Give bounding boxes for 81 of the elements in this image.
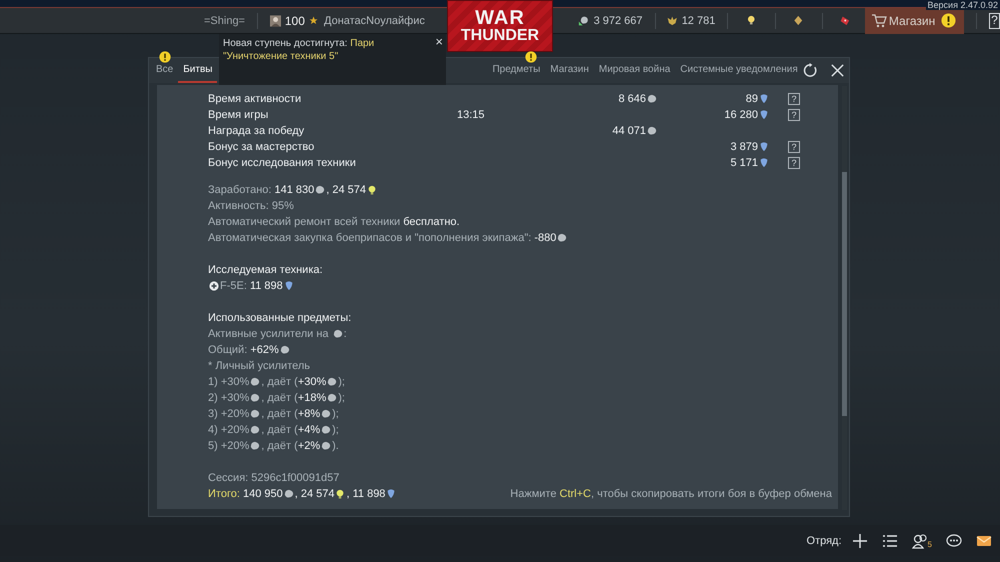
shop-label: Магазин bbox=[888, 14, 936, 28]
player-name[interactable]: ДонатасNoулайфис bbox=[324, 14, 425, 26]
report-text: Активность: 95% bbox=[208, 200, 294, 212]
research-value: 3 879 bbox=[730, 141, 758, 153]
premium-amount: 12 781 bbox=[682, 14, 716, 26]
report-text: , 24 574 bbox=[294, 488, 334, 500]
report-text: , даёт ( bbox=[261, 376, 298, 388]
report-text: Активные усилители на bbox=[208, 328, 330, 340]
tab[interactable]: Магазин bbox=[545, 58, 594, 83]
currency-value: 44 071 bbox=[612, 125, 646, 137]
report-text: , даёт ( bbox=[261, 424, 298, 436]
report-text: бесплатно. bbox=[403, 216, 460, 228]
report-text: Исследуемая техника: bbox=[208, 264, 323, 276]
report-text: * Личный усилитель bbox=[208, 360, 310, 372]
report-text: , даёт ( bbox=[261, 392, 298, 404]
info-button[interactable]: ? bbox=[788, 157, 800, 169]
report-text: +4% bbox=[298, 424, 320, 436]
copy-hint-text: Ctrl+C bbox=[560, 488, 591, 500]
report-text: Сессия: 5296c1f00091d57 bbox=[208, 472, 340, 484]
row-label: Бонус исследования техники bbox=[208, 157, 357, 169]
report-text: Автоматический ремонт всей техники bbox=[208, 216, 402, 228]
report-text: 3) +20% bbox=[208, 408, 250, 420]
report-text: : bbox=[344, 328, 347, 340]
report-text: Итого: bbox=[208, 488, 241, 500]
report-text: +2% bbox=[298, 440, 320, 452]
research-value: 16 280 bbox=[724, 109, 758, 121]
currency-value: 8 646 bbox=[618, 93, 646, 105]
research-value: 89 bbox=[746, 93, 758, 105]
report-text: 2) +30% bbox=[208, 392, 250, 404]
report-text: Заработано: bbox=[208, 184, 272, 196]
report-text: Использованные предметы: bbox=[208, 312, 352, 324]
report-text: 141 830 bbox=[274, 184, 314, 196]
row-label: Время активности bbox=[208, 93, 302, 105]
report-text: +62% bbox=[250, 344, 279, 356]
tab[interactable]: Предметы bbox=[487, 58, 546, 83]
report-text: Общий: bbox=[208, 344, 248, 356]
report-text: , даёт ( bbox=[261, 408, 298, 420]
report-text: , 24 574 bbox=[326, 184, 366, 196]
row-label: Бонус за мастерство bbox=[208, 141, 316, 153]
info-button[interactable]: ? bbox=[788, 141, 800, 153]
info-button[interactable]: ? bbox=[788, 109, 800, 121]
clan-tag: =Shing= bbox=[204, 14, 245, 26]
report-text: ); bbox=[338, 392, 345, 404]
currency-amount: 3 972 667 bbox=[594, 14, 642, 26]
level-label: 100 bbox=[284, 14, 305, 28]
report-text: +18% bbox=[298, 392, 326, 404]
info-button[interactable]: ? bbox=[788, 93, 800, 105]
report-text: 140 950 bbox=[242, 488, 283, 500]
report-text: , 11 898 bbox=[346, 488, 386, 500]
report-text: +30% bbox=[298, 376, 326, 388]
report-text: 11 898 bbox=[250, 280, 283, 292]
version-label: Версия 2.47.0.92 bbox=[926, 0, 1000, 10]
report-text: ); bbox=[332, 408, 339, 420]
row-label: Время игры bbox=[208, 109, 270, 121]
report-text: 5) +20% bbox=[208, 440, 250, 452]
help-button[interactable]: ? bbox=[988, 12, 1000, 28]
report-text: , даёт ( bbox=[261, 440, 298, 452]
friends-count: 5 bbox=[928, 540, 932, 548]
notification-text: Новая ступень достигнута: Пари "Уничтожение техники 5" bbox=[223, 37, 376, 63]
row-label: Награда за победу bbox=[208, 125, 306, 137]
report-text: ). bbox=[332, 440, 339, 452]
time-value: 13:15 bbox=[457, 109, 485, 121]
research-value: 5 171 bbox=[730, 157, 758, 169]
report-text: +8% bbox=[298, 408, 320, 420]
copy-hint-text: Нажмите bbox=[510, 488, 558, 500]
logo-word: THUNDER bbox=[460, 28, 540, 44]
report-text: Автоматическая закупка боеприпасов и "пополнения экипажа": bbox=[208, 232, 532, 244]
logo-word: WAR bbox=[475, 8, 525, 28]
tab[interactable]: Битвы bbox=[178, 58, 218, 83]
report-text: ); bbox=[338, 376, 345, 388]
report-text: F-5E: bbox=[220, 280, 248, 292]
report-text: 1) +30% bbox=[208, 376, 250, 388]
copy-hint-text: , чтобы скопировать итоги боя в буфер обмена bbox=[591, 488, 832, 500]
tab[interactable]: Системные уведомления bbox=[675, 58, 803, 83]
squad-label: Отряд: bbox=[806, 534, 842, 546]
report-text: 4) +20% bbox=[208, 424, 250, 436]
report-text: ); bbox=[332, 424, 339, 436]
tab[interactable]: Мировая война bbox=[594, 58, 676, 83]
tab[interactable]: Все bbox=[151, 58, 178, 83]
close-button[interactable]: × bbox=[435, 35, 443, 49]
report-text: -880 bbox=[534, 232, 556, 244]
